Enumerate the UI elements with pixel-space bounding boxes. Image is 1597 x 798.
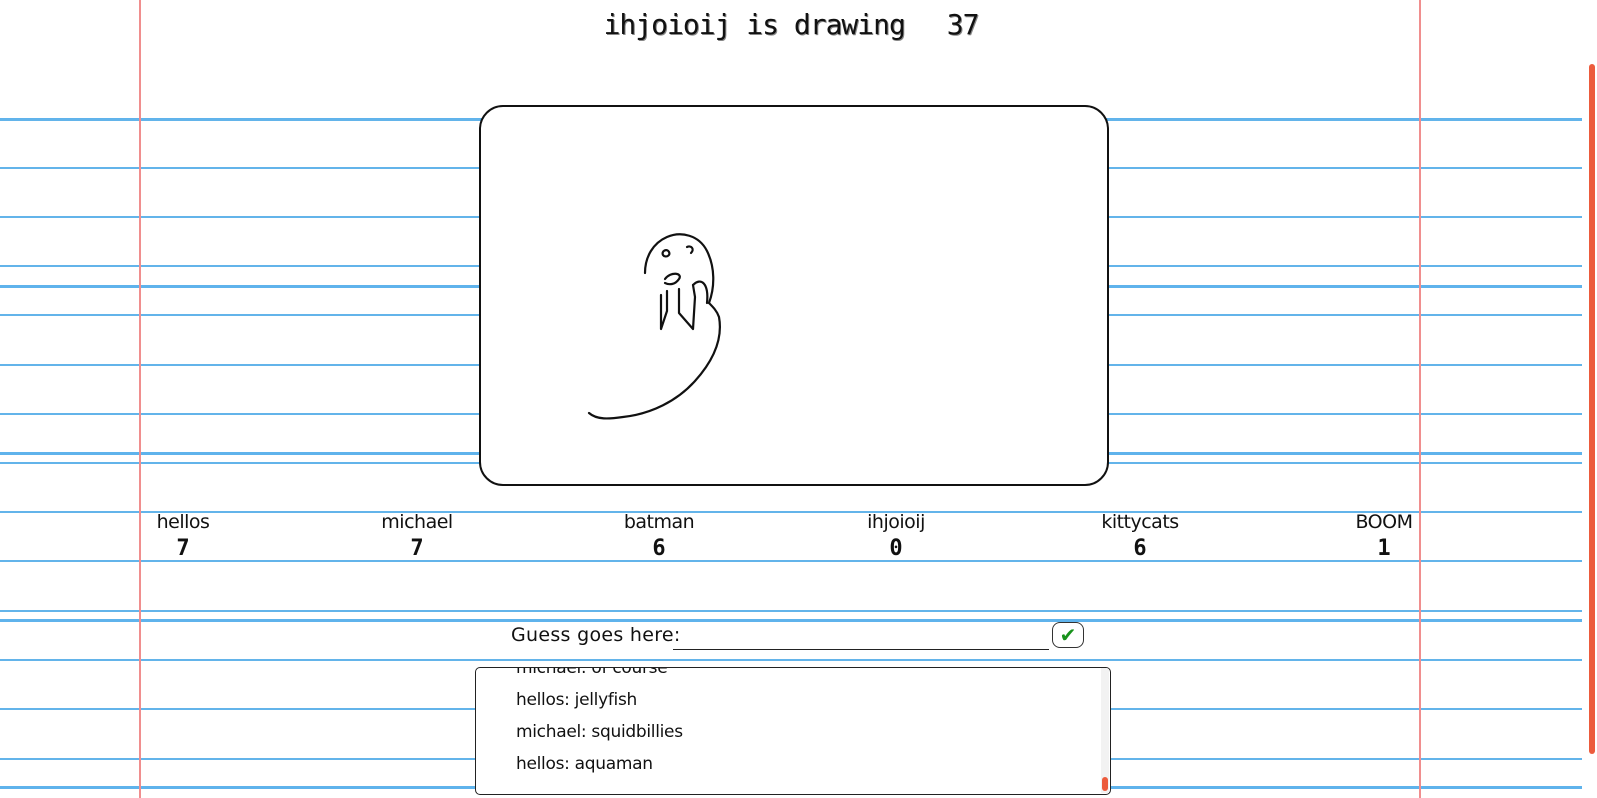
guess-input[interactable] — [673, 622, 1049, 650]
chat-scrollbar[interactable] — [1101, 668, 1109, 793]
player-card: kittycats 6 — [1070, 510, 1210, 564]
player-score: 0 — [889, 536, 903, 561]
drawer-status: ihjoioij is drawing — [603, 8, 906, 41]
chat-message: hellos: jellyfish — [516, 690, 637, 710]
player-card: BOOM 1 — [1314, 510, 1454, 564]
page-scrollbar[interactable] — [1582, 0, 1597, 798]
player-name: ihjoioij — [867, 511, 925, 533]
rule-line — [0, 659, 1582, 661]
scoreboard: hellos 7 michael 7 batman 6 ihjoioij 0 k… — [0, 510, 1597, 570]
round-header: ihjoioij is drawing 37 — [0, 8, 1582, 41]
rule-line — [0, 610, 1582, 612]
drawing-sketch — [587, 233, 721, 420]
chat-messages: michael: of course hellos: jellyfish mic… — [516, 667, 683, 780]
drawing-canvas[interactable] — [479, 105, 1109, 486]
page-scrollbar-thumb[interactable] — [1589, 64, 1595, 754]
player-card: ihjoioij 0 — [826, 510, 966, 564]
player-name: BOOM — [1355, 511, 1413, 533]
left-margin-line — [139, 0, 141, 798]
player-card: michael 7 — [347, 510, 487, 564]
player-score: 1 — [1377, 536, 1391, 561]
player-name: kittycats — [1101, 511, 1179, 533]
player-score: 7 — [410, 536, 424, 561]
player-name: michael — [381, 511, 453, 533]
player-card: batman 6 — [589, 510, 729, 564]
player-card: hellos 7 — [113, 510, 253, 564]
right-margin-line — [1419, 0, 1421, 798]
guess-label: Guess goes here: — [511, 624, 681, 646]
player-name: hellos — [156, 511, 210, 533]
round-timer: 37 — [946, 8, 980, 41]
player-score: 7 — [176, 536, 190, 561]
chat-message: michael: squidbillies — [516, 722, 683, 742]
chat-message: michael: of course — [516, 667, 668, 678]
submit-guess-button[interactable]: ✔ — [1052, 622, 1084, 648]
chat-scrollbar-thumb[interactable] — [1102, 777, 1108, 791]
chat-message: hellos: aquaman — [516, 754, 653, 774]
chat-log[interactable]: michael: of course hellos: jellyfish mic… — [475, 667, 1111, 795]
guess-form: Guess goes here: ✔ — [511, 622, 1086, 656]
player-name: batman — [623, 511, 695, 533]
player-score: 6 — [652, 536, 666, 561]
player-score: 6 — [1133, 536, 1147, 561]
